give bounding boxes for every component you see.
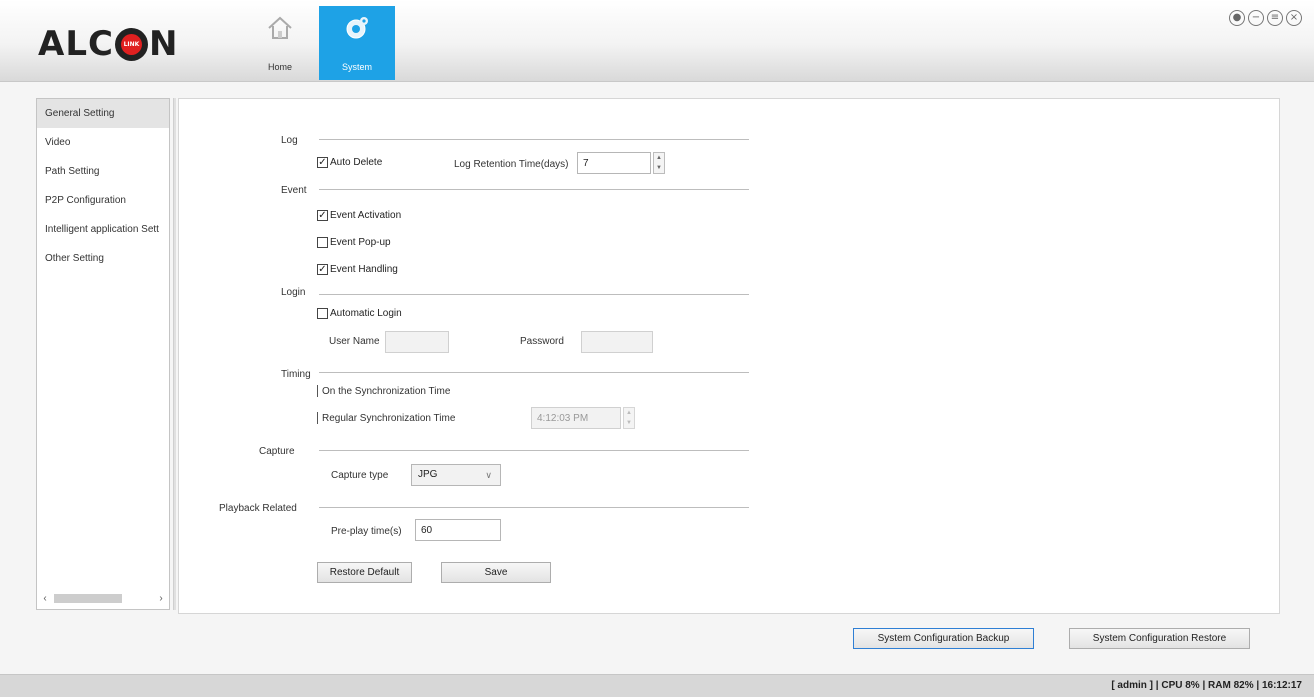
system-config-restore-button[interactable]: System Configuration Restore — [1069, 628, 1250, 649]
logo-text-prefix: ALC — [38, 24, 114, 64]
sidebar-item-other-setting[interactable]: Other Setting — [37, 244, 169, 273]
sidebar-horizontal-scrollbar[interactable]: ‹ › — [38, 591, 168, 605]
automatic-login-label: Automatic Login — [330, 308, 402, 319]
section-title-log: Log — [281, 135, 298, 146]
tab-system-label: System — [341, 62, 372, 72]
top-header: ALC LINK N Home System ● − ≡ × — [0, 0, 1314, 82]
section-divider-log — [319, 139, 749, 140]
section-title-event: Event — [281, 185, 307, 196]
event-handling-checkbox-box[interactable]: ✓ — [317, 264, 328, 275]
logo-text-suffix: N — [148, 24, 179, 64]
auto-delete-label: Auto Delete — [330, 157, 383, 168]
restore-icon[interactable]: ≡ — [1267, 10, 1283, 26]
status-bar: [ admin ] | CPU 8% | RAM 82% | 16:12:17 — [0, 674, 1314, 697]
regular-sync-radio[interactable] — [317, 412, 318, 424]
event-handling-checkbox[interactable]: ✓ Event Handling — [317, 264, 398, 275]
home-icon — [268, 16, 292, 39]
sidebar-item-general-setting[interactable]: General Setting — [37, 99, 169, 128]
section-title-capture: Capture — [259, 446, 295, 457]
event-activation-label: Event Activation — [330, 210, 402, 221]
automatic-login-checkbox-box[interactable] — [317, 308, 328, 319]
tab-home[interactable]: Home — [242, 6, 318, 80]
logo-badge-text: LINK — [120, 33, 142, 55]
password-input[interactable] — [581, 331, 653, 353]
tab-system[interactable]: System — [319, 6, 395, 80]
username-label: User Name — [329, 336, 380, 347]
capture-type-value: JPG — [418, 469, 438, 480]
log-retention-input[interactable] — [577, 152, 651, 174]
event-popup-label: Event Pop-up — [330, 237, 391, 248]
automatic-login-checkbox[interactable]: Automatic Login — [317, 308, 402, 319]
section-divider-event — [319, 189, 749, 190]
stepper-up-icon[interactable]: ▲ — [626, 410, 632, 416]
scroll-right-icon[interactable]: › — [154, 593, 168, 604]
save-button[interactable]: Save — [441, 562, 551, 583]
sidebar-item-video[interactable]: Video — [37, 128, 169, 157]
event-popup-checkbox-box[interactable] — [317, 237, 328, 248]
settings-sidebar: General Setting Video Path Setting P2P C… — [36, 98, 170, 610]
scroll-left-icon[interactable]: ‹ — [38, 593, 52, 604]
section-title-login: Login — [281, 287, 306, 298]
section-divider-playback — [319, 507, 749, 508]
regular-sync-time-input[interactable] — [531, 407, 621, 429]
event-activation-checkbox[interactable]: ✓ Event Activation — [317, 210, 401, 221]
sidebar-item-path-setting[interactable]: Path Setting — [37, 157, 169, 186]
status-text: [ admin ] | CPU 8% | RAM 82% | 16:12:17 — [1111, 680, 1302, 691]
capture-type-label: Capture type — [331, 470, 389, 481]
minimize-icon[interactable]: − — [1248, 10, 1264, 26]
auto-delete-checkbox-box[interactable]: ✓ — [317, 157, 328, 168]
restore-default-button[interactable]: Restore Default — [317, 562, 412, 583]
tab-home-label: Home — [267, 62, 292, 72]
username-input[interactable] — [385, 331, 449, 353]
system-config-backup-button[interactable]: System Configuration Backup — [853, 628, 1034, 649]
chevron-down-icon[interactable]: ∨ — [485, 465, 492, 485]
sidebar-item-p2p-configuration[interactable]: P2P Configuration — [37, 186, 169, 215]
log-retention-label: Log Retention Time(days) — [454, 159, 569, 170]
preplay-time-label: Pre-play time(s) — [331, 526, 402, 537]
stepper-up-icon[interactable]: ▲ — [656, 155, 662, 161]
section-divider-login — [319, 294, 749, 295]
regular-sync-time-stepper[interactable]: ▲ ▼ — [623, 407, 635, 429]
section-title-timing: Timing — [281, 369, 311, 380]
preplay-time-input[interactable] — [415, 519, 501, 541]
scroll-thumb[interactable] — [54, 593, 122, 603]
auto-delete-checkbox[interactable]: ✓ Auto Delete — [317, 157, 382, 168]
close-icon[interactable]: × — [1286, 10, 1302, 26]
sidebar-item-intelligent-application[interactable]: Intelligent application Sett — [37, 215, 169, 244]
window-controls: ● − ≡ × — [1229, 10, 1302, 26]
on-sync-label: On the Synchronization Time — [322, 386, 451, 397]
log-retention-stepper[interactable]: ▲ ▼ — [653, 152, 665, 174]
event-popup-checkbox[interactable]: Event Pop-up — [317, 237, 391, 248]
section-divider-timing — [319, 372, 749, 373]
stepper-down-icon[interactable]: ▼ — [626, 420, 632, 426]
general-setting-panel: Log ✓ Auto Delete Log Retention Time(day… — [178, 98, 1280, 614]
regular-sync-label: Regular Synchronization Time — [322, 413, 456, 424]
capture-type-select[interactable]: JPG ∨ — [411, 464, 501, 486]
event-activation-checkbox-box[interactable]: ✓ — [317, 210, 328, 221]
password-label: Password — [520, 336, 564, 347]
on-sync-radio[interactable] — [317, 385, 318, 397]
alcon-link-logo: ALC LINK N — [38, 24, 178, 64]
logo-link-badge: LINK — [114, 27, 148, 61]
section-divider-capture — [319, 450, 749, 451]
section-title-playback: Playback Related — [219, 503, 297, 514]
stepper-down-icon[interactable]: ▼ — [656, 165, 662, 171]
lock-icon[interactable]: ● — [1229, 10, 1245, 26]
event-handling-label: Event Handling — [330, 264, 398, 275]
gear-icon — [346, 17, 368, 39]
sidebar-splitter[interactable] — [173, 98, 176, 610]
